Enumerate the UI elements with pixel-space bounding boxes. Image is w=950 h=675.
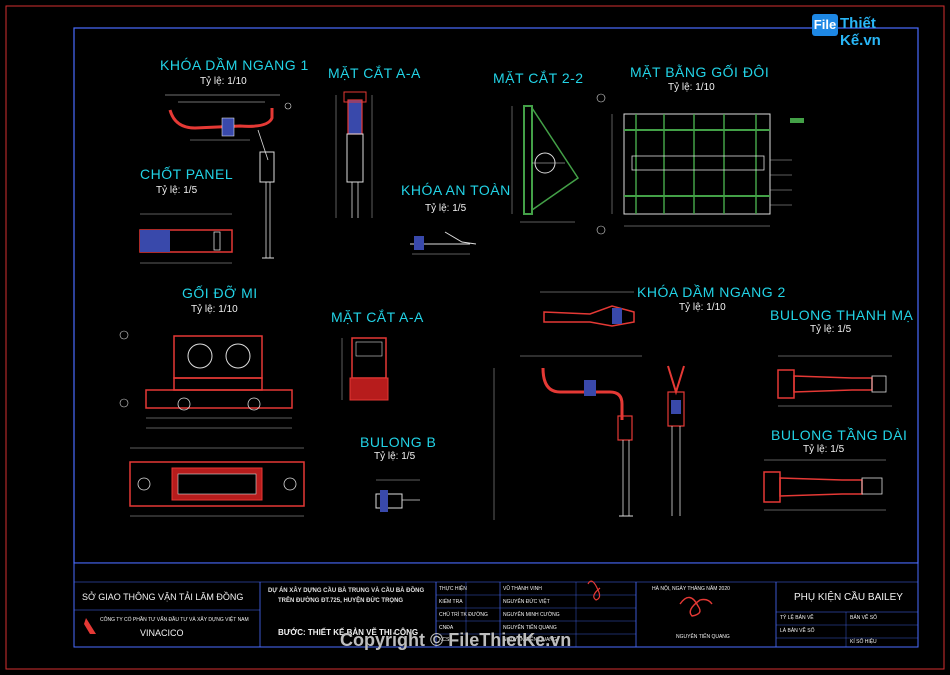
logo-text: Thiết Kế.vn [840,15,881,49]
scale-chot-panel: Tỷ lệ: 1/5 [156,185,198,196]
drawing-bulong-thanh-ma [777,355,892,407]
drawing-mat-cat-22 [511,105,580,223]
scale-bulong-tang-dai: Tỷ lệ: 1/5 [803,444,845,455]
scale-khoa-dam-ngang-2: Tỷ lệ: 1/10 [679,302,726,313]
tb-sheet-label2: BẢN VẼ SỐ [850,615,877,621]
scale-goi-do-mi: Tỷ lệ: 1/10 [191,304,238,315]
tb-sheet-label3: LÀ BẢN VẼ SỐ [780,628,815,634]
tb-project-line2: TRÊN ĐƯỜNG ĐT.725, HUYỆN ĐỨC TRỌNG [278,598,404,604]
logo-mark: File [812,14,838,36]
copyright-watermark: Copyright © FileThietKe.vn [340,630,572,650]
title-chot-panel: CHỐT PANEL [140,166,234,182]
title-khoa-dam-ngang-1: KHÓA DẦM NGANG 1 [160,57,309,73]
drawing-mat-cat-aa-2 [341,337,389,401]
tb-date-line: HÀ NỘI, NGÀY THÁNG NĂM 2020 [652,586,730,592]
tb-company-brand: VINACICO [140,628,184,638]
title-goi-do-mi: GỐI ĐỠ MI [182,285,258,301]
cad-drawing-canvas[interactable] [0,0,950,675]
title-bulong-thanh-ma: BULONG THANH MẠ [770,307,914,323]
tb-company: CÔNG TY CỔ PHẦN TƯ VẤN ĐẦU TƯ VÀ XÂY DỰN… [100,617,249,623]
drawing-khoa-an-toan [410,231,477,255]
title-mat-bang-goi-doi: MẶT BẰNG GỐI ĐÔI [630,64,770,80]
tb-sheet-label1: TỶ LỆ BẢN VẼ [780,615,814,621]
drawing-mat-bang-goi-doi [596,93,804,235]
title-khoa-an-toan: KHÓA AN TOÀN [401,182,511,198]
title-mat-cat-aa-2: MẶT CẮT A-A [331,309,424,325]
tb-project-line1: DỰ ÁN XÂY DỰNG CẦU BÀ TRUNG VÀ CẦU BÀ ĐỒ… [268,588,425,594]
tb-agency: SỞ GIAO THÔNG VẬN TẢI LÂM ĐỒNG [82,592,244,602]
tb-sheet-title: PHỤ KIỆN CẦU BAILEY [794,592,903,603]
scale-khoa-an-toan: Tỷ lệ: 1/5 [425,203,467,214]
tb-role-0: THỰC HIỆN [439,586,467,592]
scale-bulong-thanh-ma: Tỷ lệ: 1/5 [810,324,852,335]
tb-signer: NGUYỄN TIẾN QUANG [676,634,730,640]
title-mat-cat-aa-1: MẶT CẮT A-A [328,65,421,81]
tb-name-2: NGUYỄN MINH CƯỜNG [503,612,560,618]
scale-khoa-dam-ngang-1: Tỷ lệ: 1/10 [200,76,247,87]
tb-role-1: KIỂM TRA [439,599,463,605]
title-bulong-tang-dai: BULONG TẦNG DÀI [771,427,908,443]
scale-mat-bang-goi-doi: Tỷ lệ: 1/10 [668,82,715,93]
title-khoa-dam-ngang-2: KHÓA DẦM NGANG 2 [637,284,786,300]
tb-name-1: NGUYỄN ĐỨC VIỆT [503,599,550,605]
drawing-bulong-b [375,479,420,512]
title-mat-cat-22: MẶT CẮT 2-2 [493,70,584,86]
drawing-mat-cat-aa-1 [335,91,373,218]
drawing-bulong-tang-dai [763,459,886,511]
tb-role-2: CHỦ TRÌ TK ĐƯỜNG [439,612,488,618]
filethietke-logo: File Thiết Kế.vn [812,12,918,49]
drawing-goi-do-mi [119,330,305,517]
drawing-chot-panel [139,213,233,264]
drawing-khoa-dam-ngang-2 [493,291,685,520]
tb-sheet-label4: KÍ SỐ HIỆU [850,639,877,645]
title-bulong-b: BULONG B [360,434,437,450]
tb-name-0: VŨ THÀNH VINH [503,586,542,592]
scale-bulong-b: Tỷ lệ: 1/5 [374,451,416,462]
